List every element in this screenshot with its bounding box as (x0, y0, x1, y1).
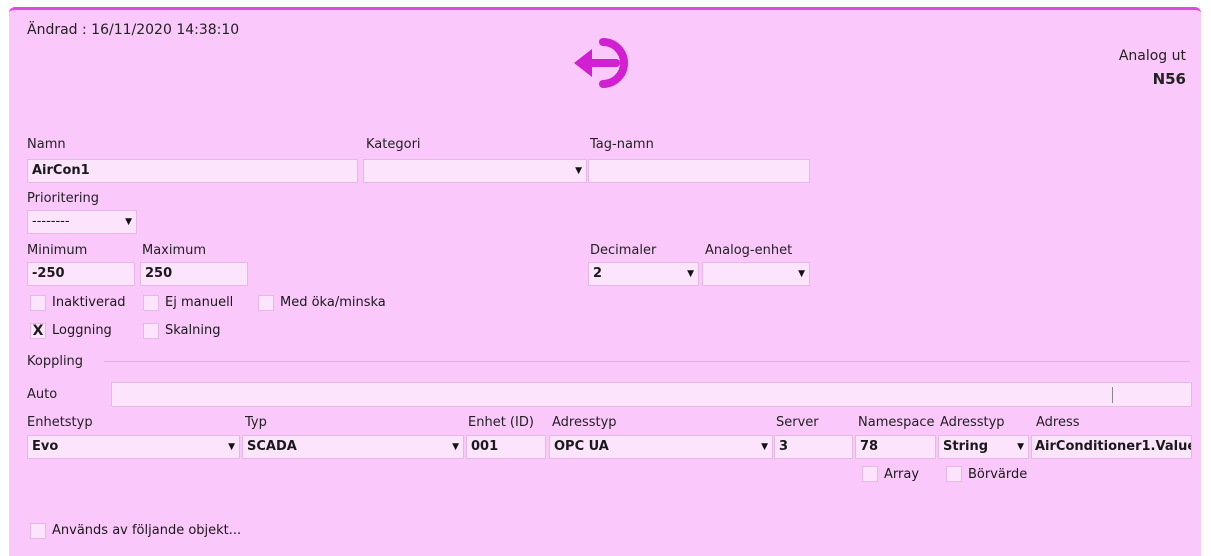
analog-output-panel: Ändrad : 16/11/2020 14:38:10 Analog ut N… (9, 7, 1201, 556)
chevron-down-icon: ▼ (125, 217, 132, 227)
decimals-select[interactable]: 2 ▼ (588, 262, 699, 286)
text-cursor (1112, 387, 1113, 403)
chevron-down-icon: ▼ (575, 166, 582, 176)
unit-id-label: Enhet (ID) (468, 415, 534, 430)
category-label: Kategori (366, 137, 421, 152)
decimals-label: Decimaler (590, 243, 657, 258)
inactive-checkbox[interactable] (30, 295, 46, 311)
scaling-label: Skalning (165, 323, 221, 338)
object-type-label: Analog ut (1118, 48, 1186, 64)
setpoint-label: Börvärde (968, 467, 1028, 482)
chevron-down-icon: ▼ (687, 269, 694, 279)
server-input[interactable]: 3 (774, 435, 853, 459)
inc-dec-label: Med öka/minska (280, 295, 386, 310)
array-checkbox[interactable] (862, 466, 878, 482)
logout-arrow-icon (572, 32, 644, 92)
address-type2-select[interactable]: String ▼ (938, 435, 1029, 459)
priority-label: Prioritering (27, 191, 100, 206)
analog-unit-select[interactable]: ▼ (702, 262, 810, 286)
address-type2-value: String (943, 439, 989, 454)
connection-section-label: Koppling (27, 354, 84, 369)
device-type-label: Enhetstyp (27, 415, 93, 430)
type-select[interactable]: SCADA ▼ (242, 435, 464, 459)
array-label: Array (884, 467, 920, 482)
inactive-label: Inaktiverad (52, 295, 126, 310)
priority-value: -------- (32, 214, 70, 229)
chevron-down-icon: ▼ (452, 442, 459, 452)
address-type-value: OPC UA (554, 439, 609, 454)
analog-unit-label: Analog-enhet (705, 243, 793, 258)
namespace-label: Namespace (858, 415, 935, 430)
type-value: SCADA (247, 439, 297, 454)
inc-dec-checkbox[interactable] (258, 295, 274, 311)
logging-checkbox[interactable]: X (30, 323, 46, 339)
tag-name-input[interactable] (588, 159, 810, 183)
address-label: Adress (1036, 415, 1080, 430)
device-type-select[interactable]: Evo ▼ (27, 435, 240, 459)
section-divider (104, 361, 1190, 362)
scaling-checkbox[interactable] (143, 323, 159, 339)
chevron-down-icon: ▼ (798, 269, 805, 279)
modified-timestamp: Ändrad : 16/11/2020 14:38:10 (27, 22, 240, 38)
address-input[interactable]: AirConditioner1.Value (1031, 435, 1192, 459)
used-by-checkbox[interactable] (30, 523, 46, 539)
decimals-value: 2 (593, 266, 603, 281)
namespace-input[interactable]: 78 (855, 435, 936, 459)
maximum-label: Maximum (142, 243, 207, 258)
minimum-label: Minimum (27, 243, 88, 258)
tag-name-label: Tag-namn (590, 137, 654, 152)
logging-label: Loggning (52, 323, 112, 338)
address-type-label: Adresstyp (552, 415, 617, 430)
chevron-down-icon: ▼ (1017, 442, 1024, 452)
setpoint-checkbox[interactable] (946, 466, 962, 482)
address-type-select[interactable]: OPC UA ▼ (549, 435, 773, 459)
name-label: Namn (27, 137, 66, 152)
name-input[interactable]: AirCon1 (27, 159, 358, 183)
device-type-value: Evo (32, 439, 59, 454)
object-id-label: N56 (1152, 70, 1186, 88)
chevron-down-icon: ▼ (228, 442, 235, 452)
unit-id-input[interactable]: 001 (466, 435, 546, 459)
server-label: Server (776, 415, 819, 430)
category-select[interactable]: ▼ (363, 159, 587, 183)
chevron-down-icon: ▼ (761, 442, 768, 452)
auto-connection-input[interactable] (111, 382, 1192, 407)
minimum-input[interactable]: -250 (27, 262, 135, 286)
auto-label: Auto (27, 387, 58, 402)
maximum-input[interactable]: 250 (140, 262, 248, 286)
type-label: Typ (245, 415, 267, 430)
address-type2-label: Adresstyp (940, 415, 1005, 430)
not-manual-label: Ej manuell (165, 295, 234, 310)
used-by-label[interactable]: Används av följande objekt... (52, 523, 241, 538)
priority-select[interactable]: -------- ▼ (27, 210, 137, 234)
not-manual-checkbox[interactable] (143, 295, 159, 311)
